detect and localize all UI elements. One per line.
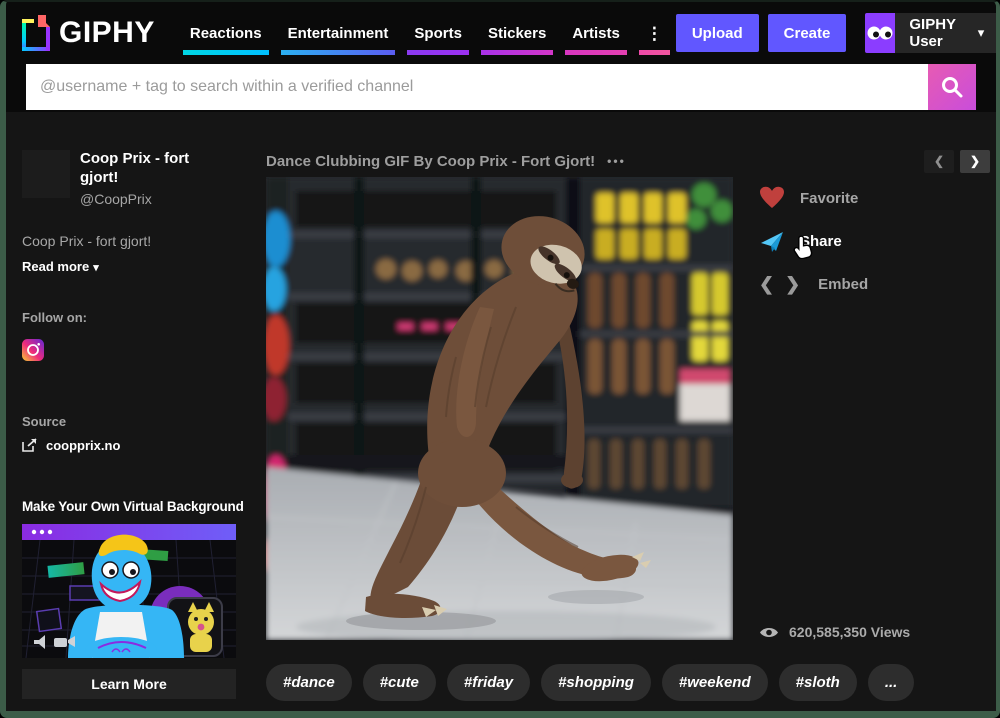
search-button[interactable] <box>928 64 976 110</box>
user-name: GIPHY User <box>909 16 956 50</box>
nav-item-label: Stickers <box>487 25 547 42</box>
nav-underline <box>638 50 670 55</box>
tag-list: #dance #cute #friday #shopping #weekend #slot… <box>266 664 915 701</box>
external-link-icon <box>22 438 37 452</box>
giphy-logo[interactable]: GIPHY <box>22 15 155 51</box>
nav-item-more[interactable]: ⋮ <box>638 24 670 55</box>
top-nav: GIPHY Reactions Entertainment Sports Sticke… <box>6 2 996 64</box>
tag-pill[interactable]: #weekend <box>661 664 768 701</box>
nav-item-sports[interactable]: Sports <box>407 25 469 55</box>
giphy-logo-text: GIPHY <box>59 16 155 49</box>
virtual-background-ad[interactable] <box>22 523 236 663</box>
share-button[interactable]: Share <box>759 227 868 255</box>
source-link[interactable]: coopprix.no <box>22 438 242 453</box>
nav-item-entertainment[interactable]: Entertainment <box>280 25 396 55</box>
giphy-logo-icon <box>22 15 50 51</box>
channel-handle: @CoopPrix <box>80 190 152 207</box>
read-more-link[interactable]: Read more ▾ <box>22 259 242 274</box>
paper-plane-icon <box>761 232 783 252</box>
nav-underline <box>480 50 554 55</box>
view-count: 620,585,350 Views <box>759 624 910 640</box>
tag-pill[interactable]: #dance <box>266 664 352 701</box>
search-bar <box>6 64 996 112</box>
tag-pill[interactable]: ... <box>867 664 915 701</box>
chevron-down-icon: ▾ <box>93 261 99 274</box>
ad-cat-character <box>188 601 214 652</box>
next-gif-button[interactable]: ❯ <box>960 149 990 173</box>
previous-gif-button[interactable]: ❮ <box>924 149 954 173</box>
embed-button[interactable]: ❮ ❯ Embed <box>759 270 868 298</box>
nav-item-label: Entertainment <box>287 25 389 42</box>
nav-underline <box>407 50 469 55</box>
code-brackets-icon: ❮ ❯ <box>759 273 804 294</box>
app-window: GIPHY Reactions Entertainment Sports Sticke… <box>0 0 1000 718</box>
user-menu[interactable]: GIPHY User ▾ <box>865 13 996 53</box>
learn-more-button[interactable]: Learn More <box>22 668 236 699</box>
chevron-down-icon: ▾ <box>977 25 985 40</box>
tag-pill[interactable]: #shopping <box>541 664 651 701</box>
eye-icon <box>760 627 778 637</box>
nav-item-label: ⋮ <box>645 24 663 43</box>
search-input[interactable] <box>26 64 928 110</box>
pager: ❮ ❯ <box>924 149 990 173</box>
channel-header[interactable]: Coop Prix - fort gjort! @CoopPrix <box>22 150 242 207</box>
gif-title: Dance Clubbing GIF By Coop Prix - Fort G… <box>266 152 596 170</box>
search-icon <box>942 77 963 98</box>
nav-item-label: Sports <box>414 25 462 42</box>
source-label: Source <box>22 413 67 429</box>
sloth-supermarket-gif <box>262 177 734 643</box>
upload-button[interactable]: Upload <box>675 14 759 52</box>
tag-pill[interactable]: #cute <box>362 664 436 701</box>
gif-title-row: Dance Clubbing GIF By Coop Prix - Fort G… <box>266 148 990 174</box>
channel-name: Coop Prix - fort gjort! <box>80 150 190 186</box>
gif-actions: Favorite Share ❮ ❯ Embed <box>759 184 868 313</box>
views-text: 620,585,350 Views <box>789 624 911 640</box>
nav-item-label: Reactions <box>189 25 262 42</box>
user-avatar-icon <box>865 13 896 53</box>
nav-item-stickers[interactable]: Stickers <box>480 25 554 55</box>
instagram-icon[interactable] <box>22 338 44 361</box>
nav-item-label: Artists <box>572 25 620 42</box>
nav-item-artists[interactable]: Artists <box>565 25 627 55</box>
nav-underline <box>280 50 396 55</box>
gif-image[interactable] <box>262 177 734 643</box>
nav-underline <box>565 50 627 55</box>
favorite-button[interactable]: Favorite <box>759 184 868 212</box>
tag-pill[interactable]: #friday <box>446 664 531 701</box>
tag-pill[interactable]: #sloth <box>778 664 857 701</box>
nav-item-reactions[interactable]: Reactions <box>182 25 269 55</box>
main-nav: Reactions Entertainment Sports Stickers Arti… <box>177 11 676 55</box>
create-button[interactable]: Create <box>767 14 847 52</box>
channel-avatar <box>22 150 70 198</box>
header-actions: Upload Create GIPHY User ▾ <box>675 13 996 53</box>
heart-icon <box>760 186 784 208</box>
channel-sidebar: Coop Prix - fort gjort! @CoopPrix Coop P… <box>22 150 244 699</box>
follow-on-label: Follow on: <box>22 309 87 325</box>
gif-menu-button[interactable]: ••• <box>607 154 626 168</box>
nav-underline <box>182 50 269 55</box>
ad-title: Make Your Own Virtual Background <box>22 498 244 514</box>
channel-description: Coop Prix - fort gjort! <box>22 232 152 249</box>
